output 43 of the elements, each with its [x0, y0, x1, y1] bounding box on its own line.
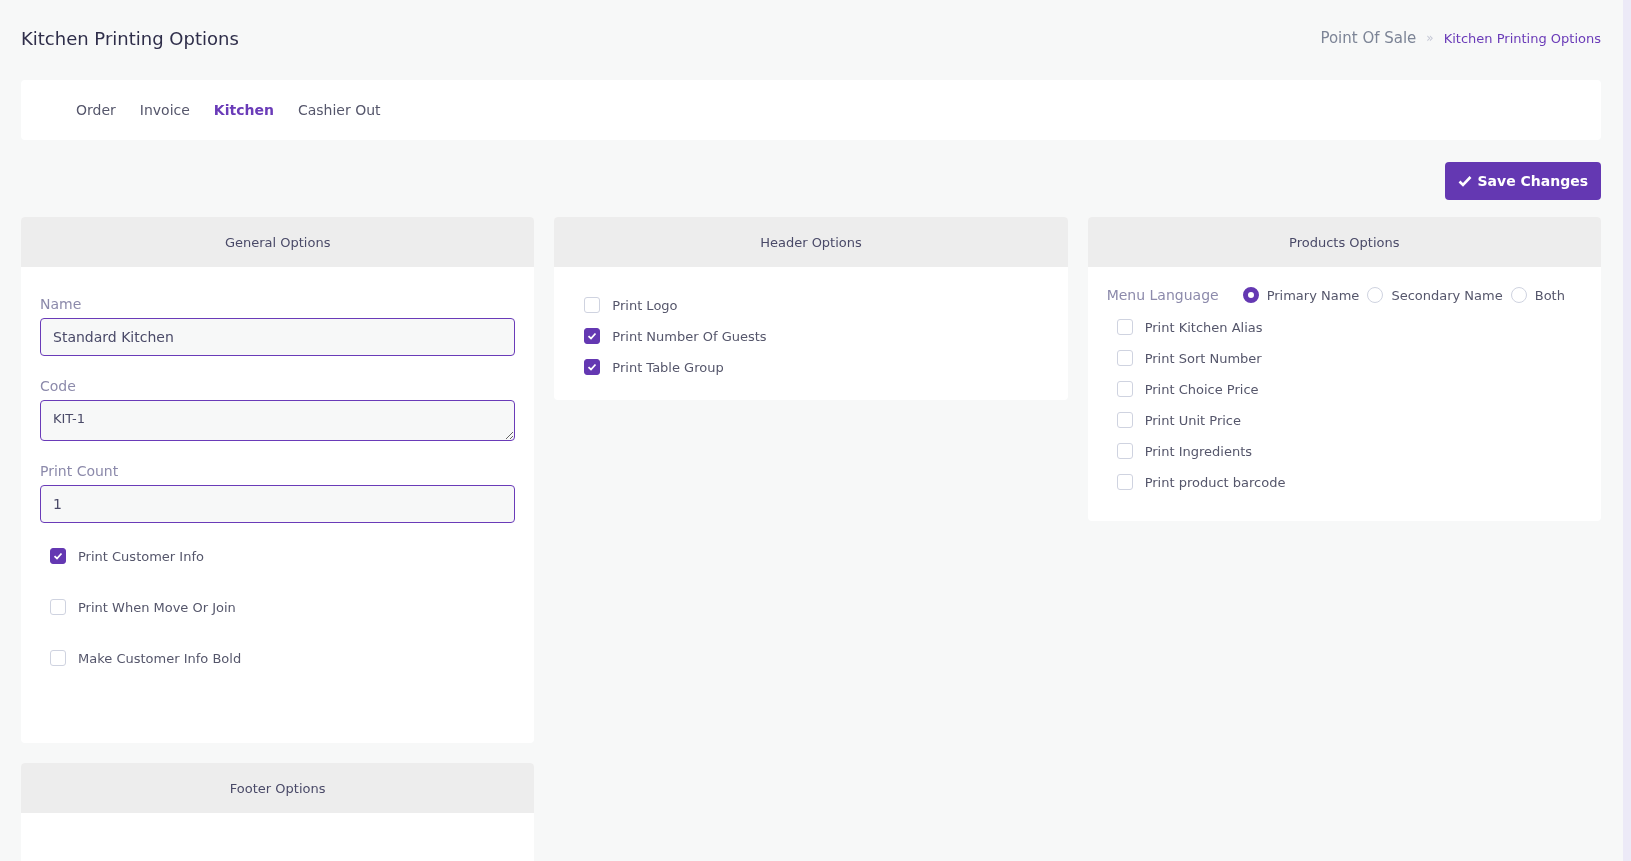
card-header: Products Options — [1087, 217, 1601, 267]
checkbox-label: Print When Move Or Join — [78, 599, 236, 615]
tab[interactable]: Cashier Out — [286, 96, 392, 124]
menu-language-label: Menu Language — [1106, 287, 1219, 303]
breadcrumb-link[interactable]: Point Of Sale — [1320, 29, 1417, 47]
checkbox-label: Print product barcode — [1144, 474, 1286, 490]
radio-label: Primary Name — [1266, 287, 1360, 303]
tab[interactable]: Invoice — [128, 96, 201, 124]
checkbox-label: Print Number Of Guests — [612, 328, 767, 344]
card-header: Footer Options — [21, 763, 535, 813]
checkbox-label: Print Unit Price — [1144, 412, 1241, 428]
checkbox-label: Print Sort Number — [1144, 350, 1262, 366]
checkmark-icon — [587, 331, 598, 341]
tab[interactable]: Kitchen — [202, 96, 285, 124]
checkbox[interactable] — [50, 548, 66, 564]
checkbox[interactable] — [584, 359, 601, 375]
checkmark-icon — [1458, 175, 1473, 187]
checkbox[interactable] — [584, 328, 601, 344]
checkbox-label: Print Table Group — [612, 359, 724, 375]
field-label: Name — [40, 296, 83, 312]
radio-label: Secondary Name — [1391, 287, 1503, 303]
input-field[interactable]: KIT-1 — [40, 400, 516, 441]
card-header: Header Options — [554, 217, 1068, 267]
field-label: Print Count — [40, 463, 120, 479]
checkmark-icon — [587, 362, 598, 372]
checkbox-label: Print Customer Info — [78, 548, 204, 564]
field-label: Code — [40, 378, 77, 394]
input-field[interactable]: 1 — [40, 485, 516, 523]
checkbox-label: Print Ingredients — [1144, 443, 1253, 459]
radio-label: Both — [1534, 287, 1565, 303]
radio-button[interactable] — [1242, 287, 1259, 303]
checkbox-label: Print Logo — [612, 297, 678, 313]
checkbox-label: Print Kitchen Alias — [1144, 319, 1263, 335]
save-button[interactable]: Save Changes — [1445, 162, 1601, 200]
card-header: General Options — [21, 217, 535, 267]
tab[interactable]: Order — [65, 96, 127, 124]
input-field[interactable]: Standard Kitchen — [40, 318, 516, 356]
breadcrumb-separator: » — [1426, 31, 1434, 45]
page-title: Kitchen Printing Options — [21, 27, 239, 49]
checkbox-label: Make Customer Info Bold — [78, 650, 242, 666]
breadcrumb-link[interactable]: Kitchen Printing Options — [1443, 30, 1601, 46]
checkbox-label: Print Choice Price — [1144, 381, 1259, 397]
checkmark-icon — [53, 551, 63, 561]
